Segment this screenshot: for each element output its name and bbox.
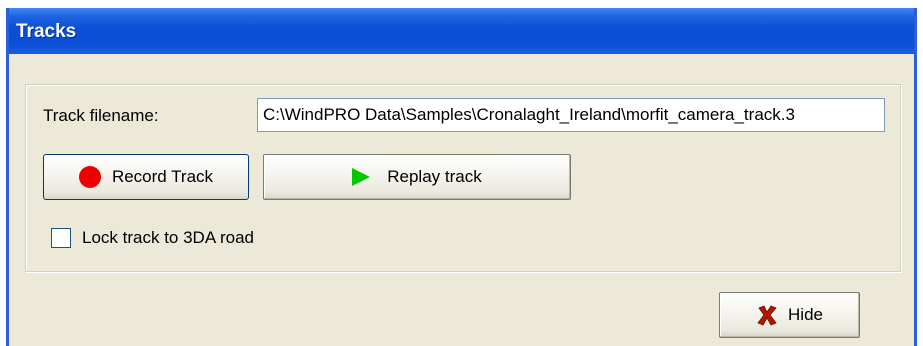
record-track-button[interactable]: Record Track [43,154,249,200]
record-track-label: Record Track [111,167,214,186]
window-title: Tracks [16,21,77,42]
track-filename-input[interactable] [257,98,885,132]
hide-button[interactable]: Hide [719,292,860,338]
close-x-icon [757,305,777,326]
tracks-dialog: Tracks Track filename: Record Track Repl… [6,8,917,346]
hide-label: Hide [788,305,823,324]
title-bar[interactable]: Tracks [9,8,914,54]
play-icon [352,168,371,186]
replay-track-label: Replay track [387,167,482,186]
record-icon [78,166,101,188]
replay-track-button[interactable]: Replay track [263,154,571,200]
track-filename-label: Track filename: [43,106,159,125]
lock-track-label: Lock track to 3DA road [82,228,254,247]
lock-track-checkbox[interactable] [51,228,71,248]
